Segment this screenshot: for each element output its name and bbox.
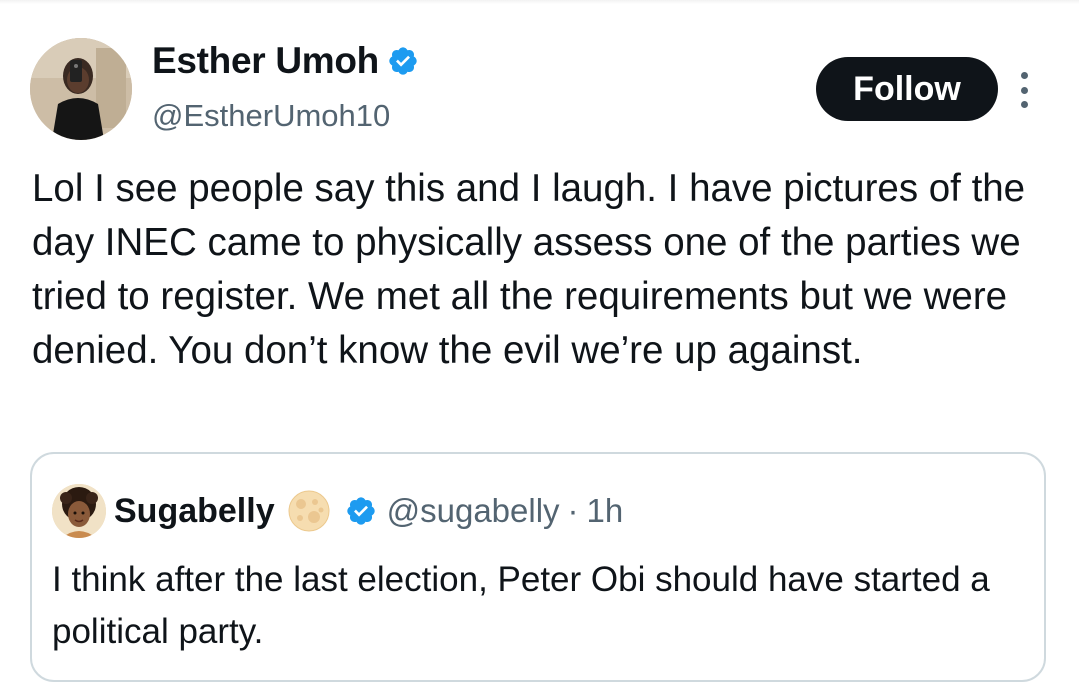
author-name-row[interactable]: Esther Umoh — [152, 40, 419, 82]
more-dot — [1020, 101, 1028, 108]
tweet-text: Lol I see people say this and I laugh. I… — [32, 167, 1026, 372]
quoted-author-avatar-image — [52, 484, 106, 538]
quoted-tweet-header: Sugabelly @sugabelly · 1h — [114, 484, 623, 538]
quoted-tweet-text: I think after the last election, Peter O… — [52, 560, 990, 651]
quoted-author-name[interactable]: Sugabelly — [114, 492, 275, 531]
quoted-author-avatar[interactable] — [52, 484, 106, 538]
separator-dot: · — [567, 492, 579, 529]
verified-badge-icon — [346, 497, 375, 525]
quoted-author-handle[interactable]: @sugabelly — [387, 492, 560, 530]
verified-badge-icon — [389, 47, 417, 75]
top-divider — [0, 0, 1079, 4]
quoted-tweet-timestamp[interactable]: 1h — [587, 492, 624, 530]
more-options-icon[interactable] — [1014, 72, 1034, 108]
author-name[interactable]: Esther Umoh — [152, 40, 379, 82]
author-avatar-image — [30, 38, 132, 140]
moon-emoji-icon — [288, 490, 330, 532]
quoted-tweet-card[interactable]: Sugabelly @sugabelly · 1h I think after … — [30, 452, 1046, 682]
follow-button[interactable]: Follow — [816, 57, 998, 121]
more-dot — [1020, 86, 1028, 94]
author-handle[interactable]: @EstherUmoh10 — [152, 98, 390, 134]
author-avatar[interactable] — [30, 38, 132, 140]
more-dot — [1020, 72, 1028, 79]
